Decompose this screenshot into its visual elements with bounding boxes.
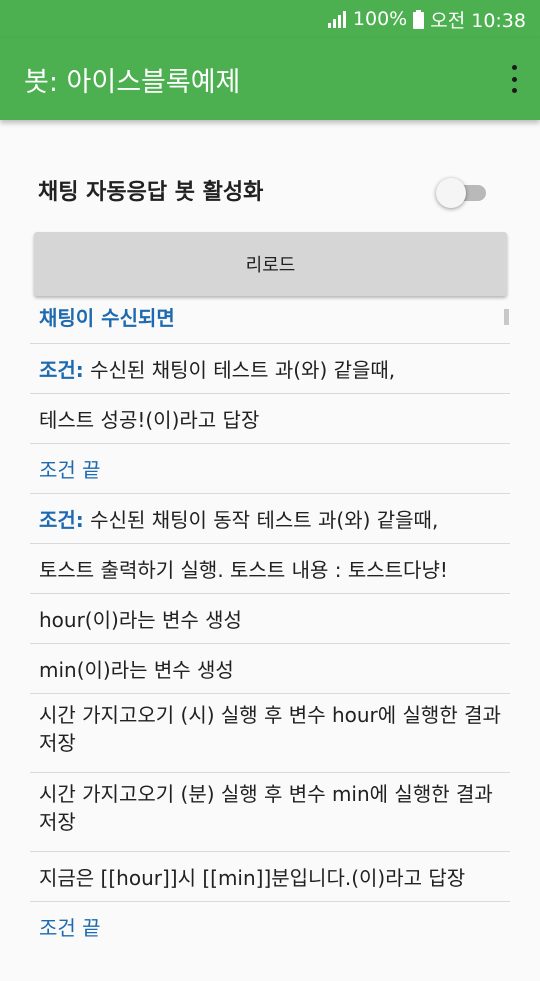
list-item[interactable]: 조건: 수신된 채팅이 테스트 과(와) 같을때,	[30, 344, 510, 394]
list-item[interactable]: 테스트 성공!(이)라고 답장	[30, 394, 510, 444]
list-item[interactable]: 시간 가지고오기 (시) 실행 후 변수 hour에 실행한 결과 저장	[30, 694, 510, 773]
bot-toggle-row[interactable]: 채팅 자동응답 봇 활성화	[0, 160, 540, 220]
list-item-text: 시간 가지고오기 (분) 실행 후 변수 min에 실행한 결과 저장	[39, 782, 493, 834]
list-item-text: 토스트 출력하기 실행. 토스트 내용 : 토스트다냥!	[39, 558, 448, 582]
list-item-text: 지금은 [[hour]]시 [[min]]분입니다.(이)라고 답장	[39, 866, 466, 890]
list-item-text: min(이)라는 변수 생성	[39, 658, 234, 682]
list-item[interactable]: min(이)라는 변수 생성	[30, 644, 510, 694]
script-list: 채팅이 수신되면 조건: 수신된 채팅이 테스트 과(와) 같을때, 테스트 성…	[30, 300, 510, 952]
scrollbar[interactable]	[504, 309, 509, 325]
condition-prefix: 조건:	[39, 508, 84, 532]
list-header[interactable]: 채팅이 수신되면	[30, 300, 510, 344]
condition-end: 조건 끝	[39, 916, 101, 940]
list-item-text: 시간 가지고오기 (시) 실행 후 변수 hour에 실행한 결과 저장	[39, 703, 501, 755]
condition-prefix: 조건:	[39, 358, 84, 382]
list-item[interactable]: 시간 가지고오기 (분) 실행 후 변수 min에 실행한 결과 저장	[30, 773, 510, 852]
battery-icon	[413, 9, 425, 29]
app-title: 봇: 아이스블록예제	[24, 67, 241, 98]
status-icons: 100% 오전 10:38	[327, 7, 526, 32]
switch-thumb	[436, 178, 466, 208]
list-item[interactable]: hour(이)라는 변수 생성	[30, 594, 510, 644]
more-vert-icon[interactable]	[508, 65, 520, 93]
list-item-text: 테스트 성공!(이)라고 답장	[39, 408, 260, 432]
bot-toggle-switch[interactable]	[436, 176, 488, 208]
list-item-text: 수신된 채팅이 테스트 과(와) 같을때,	[83, 358, 396, 382]
battery-percent: 100%	[352, 8, 408, 30]
list-item-text: hour(이)라는 변수 생성	[39, 608, 242, 632]
condition-end: 조건 끝	[39, 458, 101, 482]
list-item[interactable]: 지금은 [[hour]]시 [[min]]분입니다.(이)라고 답장	[30, 852, 510, 902]
clock: 오전 10:38	[430, 9, 526, 32]
bot-toggle-label: 채팅 자동응답 봇 활성화	[38, 180, 264, 205]
signal-icon	[327, 11, 346, 28]
list-item[interactable]: 조건: 수신된 채팅이 동작 테스트 과(와) 같을때,	[30, 494, 510, 544]
list-item-text: 수신된 채팅이 동작 테스트 과(와) 같을때,	[83, 508, 439, 532]
status-bar: 100% 오전 10:38	[0, 0, 540, 38]
list-item[interactable]: 토스트 출력하기 실행. 토스트 내용 : 토스트다냥!	[30, 544, 510, 594]
list-item[interactable]: 조건 끝	[30, 444, 510, 494]
app-bar: 봇: 아이스블록예제	[0, 38, 540, 120]
list-item[interactable]: 조건 끝	[30, 902, 510, 952]
reload-button[interactable]: 리로드	[34, 232, 507, 296]
